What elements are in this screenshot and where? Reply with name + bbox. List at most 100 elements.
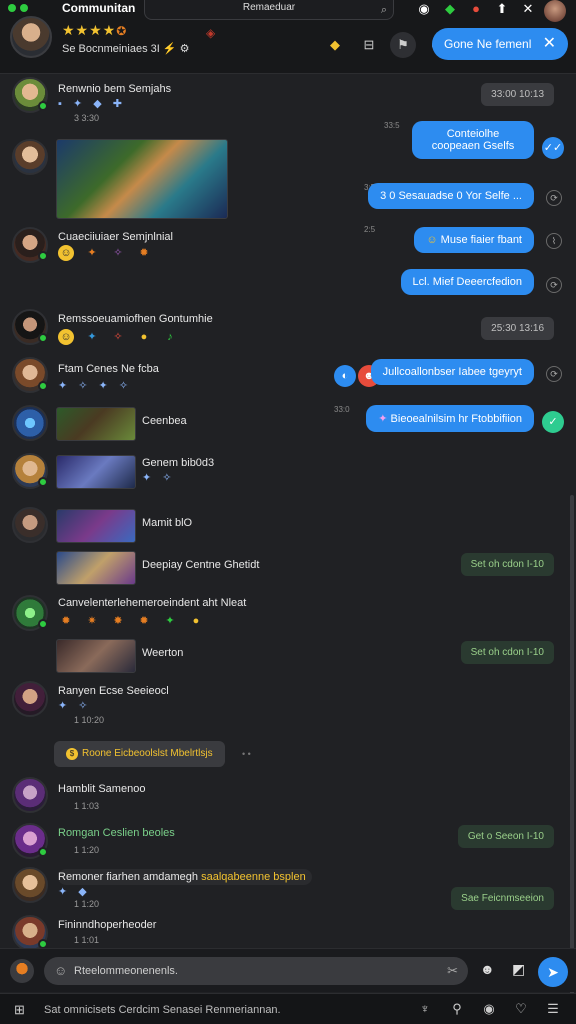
pin-icon[interactable]: ◈ <box>206 26 215 40</box>
window-controls <box>8 4 28 12</box>
emoji-icon[interactable]: ● <box>188 613 204 629</box>
image-attachment[interactable] <box>56 139 228 219</box>
gif-icon[interactable]: ◩ <box>512 961 525 978</box>
sender-name: Ftam Cenes Ne fcba <box>58 363 159 375</box>
avatar[interactable] <box>12 309 48 345</box>
timestamp-pill: 25:30 13:16 <box>481 317 554 340</box>
message-time: 33:5 <box>384 121 400 130</box>
layout-icon[interactable]: ⊞ <box>14 1002 25 1018</box>
outgoing-bubble[interactable]: Conteiolhe coopeaen Gselfs <box>412 121 534 159</box>
flag-icon[interactable]: ⚑ <box>390 32 416 58</box>
emoji-icon[interactable]: ✧ <box>110 329 126 345</box>
image-attachment[interactable] <box>56 551 136 585</box>
image-attachment[interactable] <box>56 455 136 489</box>
avatar[interactable] <box>12 823 48 859</box>
online-badge <box>38 381 48 391</box>
window-dot[interactable] <box>8 4 16 12</box>
emoji-icon[interactable]: ● <box>136 329 152 345</box>
my-avatar[interactable] <box>544 0 566 22</box>
avatar[interactable] <box>12 227 48 263</box>
avatar[interactable] <box>12 453 48 489</box>
scrollbar[interactable] <box>570 495 574 1015</box>
boost-icon[interactable]: ◆ <box>322 32 348 58</box>
sent-status-icon: ⟳ <box>546 366 562 382</box>
message-input[interactable]: ☺ Rteelommeonenenls. ✂ <box>44 957 468 985</box>
image-attachment[interactable] <box>56 639 136 673</box>
outgoing-bubble[interactable]: ✦ Bieoealnilsim hr Ftobbifiion <box>366 405 534 432</box>
emoji-icon[interactable]: ✷ <box>84 613 100 629</box>
emoji-icon[interactable]: ✦ <box>84 329 100 345</box>
database-icon[interactable]: ☰ <box>544 1000 562 1018</box>
search-input[interactable]: Remaeduar ⌕ <box>144 0 394 20</box>
message-meta: 1 1:01 <box>74 935 100 945</box>
chat-icon[interactable]: ◉ <box>480 1000 498 1018</box>
emoji-icon[interactable]: ☺ <box>58 245 74 261</box>
game-icon[interactable]: ◆ <box>440 0 460 18</box>
heart-icon[interactable]: ♡ <box>512 1000 530 1018</box>
chat-icon[interactable]: ◉ <box>414 0 434 18</box>
outgoing-bubble[interactable]: ☺ Muse fiaier fbant <box>414 227 534 253</box>
timestamp-pill: 33:00 10:13 <box>481 83 554 106</box>
outgoing-bubble[interactable]: 3 0 Sesauadse 0 Yor Selfe ... <box>368 183 534 209</box>
message-meta: 1 1:20 <box>74 845 100 855</box>
header-actions: ◆ ⊟ ⚑ ◎ <box>322 32 450 58</box>
outgoing-bubble[interactable]: Jullcoallonbser Iabee tgeyryt <box>370 359 534 385</box>
emoji-icon[interactable]: ♪ <box>162 329 178 345</box>
avatar[interactable] <box>12 507 48 543</box>
send-button[interactable]: ➤ <box>538 957 568 987</box>
emoji-icon[interactable]: ✸ <box>110 613 126 629</box>
online-badge <box>38 619 48 629</box>
avatar[interactable] <box>12 681 48 717</box>
status-pill: Set oh cdon I-10 <box>460 641 554 664</box>
sender-name: Remssoeuamiofhen Gontumhie <box>58 313 213 325</box>
emoji-icon[interactable]: ✹ <box>136 613 152 629</box>
bookmark-icon[interactable]: ⊟ <box>356 32 382 58</box>
avatar[interactable] <box>12 357 48 393</box>
emoji-icon[interactable]: ✹ <box>58 613 74 629</box>
group-avatar[interactable] <box>10 16 52 58</box>
avatar[interactable] <box>12 595 48 631</box>
sent-status-icon: ⟳ <box>546 190 562 206</box>
sender-name: Cuaeciiuiaer Semjnlnial <box>58 231 173 243</box>
share-icon[interactable]: ⬆ <box>492 0 512 18</box>
attach-icon[interactable]: ✂ <box>447 957 458 985</box>
emoji-icon: ✦ <box>378 413 391 425</box>
composer: ☺ Rteelommeonenenls. ✂ ☻ ◩ ➤ <box>0 948 576 992</box>
rating-stars: ★★★★✪ <box>62 22 127 39</box>
image-attachment[interactable] <box>56 407 136 441</box>
online-badge <box>38 477 48 487</box>
close-icon[interactable]: ✕ <box>518 0 538 18</box>
sender-badges: ✦ ✧ <box>58 700 92 712</box>
system-text: Roone Eicbeoolslst Mbelrtlsjs <box>82 748 213 759</box>
avatar[interactable] <box>12 77 48 113</box>
notification-icon[interactable]: ● <box>466 0 486 18</box>
emoji-icon[interactable]: ✹ <box>136 245 152 261</box>
avatar[interactable] <box>12 915 48 951</box>
status-pill: Get o Seeon I-10 <box>457 825 554 848</box>
outgoing-bubble[interactable]: Lcl. Mief Deeercfedion <box>400 269 534 295</box>
reaction-row: ☺ ✦ ✧ ● ♪ <box>58 329 178 345</box>
emoji-icon[interactable]: ✧ <box>110 245 126 261</box>
close-icon[interactable]: ✕ <box>543 28 556 60</box>
avatar[interactable] <box>12 777 48 813</box>
avatar[interactable] <box>12 139 48 175</box>
avatar[interactable] <box>12 405 48 441</box>
avatar[interactable] <box>12 867 48 903</box>
join-button[interactable]: Gone Ne femenl ✕ <box>432 28 568 60</box>
wave-icon[interactable]: ♆ <box>416 1000 434 1018</box>
emoji-icon[interactable]: ☺ <box>54 957 67 985</box>
message-feed[interactable]: Renwnio bem Semjahs ▪ ✦ ◆ ✚ 3 3:30 33:00… <box>0 75 576 1015</box>
online-badge <box>38 847 48 857</box>
online-badge <box>38 333 48 343</box>
composer-avatar[interactable] <box>10 959 34 983</box>
bubble-text: Muse fiaier fbant <box>440 234 522 246</box>
emoji-icon[interactable]: ✦ <box>162 613 178 629</box>
sticker-icon[interactable]: ☻ <box>480 961 495 977</box>
emoji-icon[interactable]: ☺ <box>58 329 74 345</box>
attachment-caption: Mamit blO <box>142 517 193 529</box>
window-dot[interactable] <box>20 4 28 12</box>
sender-name: Ranyen Ecse Seeieocl <box>58 685 169 697</box>
location-icon[interactable]: ⚲ <box>448 1000 466 1018</box>
emoji-icon[interactable]: ✦ <box>84 245 100 261</box>
image-attachment[interactable] <box>56 509 136 543</box>
